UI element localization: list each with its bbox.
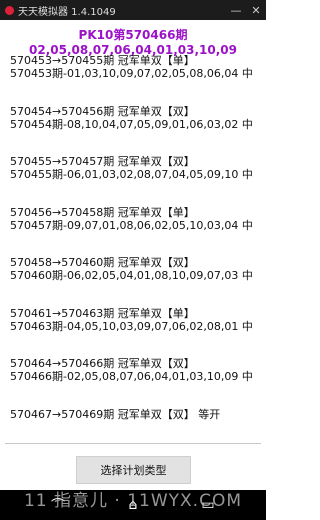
list-item: 570454→570456期 冠军单双【双】 570454期-08,10,04,…: [10, 105, 260, 131]
window-titlebar: 天天模拟器 1.4.1049 — ✕: [0, 0, 266, 20]
minimize-button[interactable]: —: [226, 4, 246, 17]
list-item: 570456→570458期 冠军单双【单】 570457期-09,07,01,…: [10, 206, 260, 232]
entry-plan-line: 570454→570456期 冠军单双【双】: [10, 104, 195, 118]
entry-result-line: 570455期-06,01,03,02,08,07,04,05,09,10 中: [10, 168, 253, 181]
entry-plan-line: 570461→570463期 冠军单双【单】: [10, 306, 195, 320]
entry-plan-line: 570464→570466期 冠军单双【双】: [10, 357, 195, 370]
list-item: 570458→570460期 冠军单双【双】 570460期-06,02,05,…: [10, 256, 260, 282]
window-title: 天天模拟器 1.4.1049: [18, 6, 116, 18]
list-item: 570453→570455期 冠军单双【单】 570453期-01,03,10,…: [10, 54, 260, 80]
entry-result-line: 570463期-04,05,10,03,09,07,06,02,08,01 中: [10, 319, 253, 333]
entry-result-line: 570454期-08,10,04,07,05,09,01,06,03,02 中: [10, 117, 253, 131]
entry-plan-line: 570456→570458期 冠军单双【单】: [10, 205, 195, 219]
close-button[interactable]: ✕: [246, 4, 266, 17]
latest-draw-header: PK10第570466期 02,05,08,07,06,04,01,03,10,…: [28, 28, 238, 57]
watermark: 11 指意儿 · 11WYX.COM: [23, 491, 243, 511]
entry-result-line: 570457期-09,07,01,08,06,02,05,10,03,04 中: [10, 218, 253, 232]
list-divider: [5, 443, 261, 444]
entry-plan-line: 570458→570460期 冠军单双【双】: [10, 256, 195, 269]
entry-plan-line: 570455→570457期 冠军单双【双】: [10, 155, 195, 168]
entry-result-line: 570460期-06,02,05,04,01,08,10,09,07,03 中: [10, 269, 253, 282]
entry-result-line: 570453期-01,03,10,09,07,02,05,08,06,04 中: [10, 67, 253, 80]
app-logo-icon: [5, 5, 14, 15]
plan-list: 570453→570455期 冠军单双【单】 570453期-01,03,10,…: [10, 54, 260, 445]
entry-result-line: 570466期-02,05,08,07,06,04,01,03,10,09 中: [10, 370, 253, 383]
entry-plan-line: 570453→570455期 冠军单双【单】: [10, 54, 195, 67]
list-item: 570464→570466期 冠军单双【双】 570466期-02,05,08,…: [10, 357, 260, 383]
list-item: 570467→570469期 冠军单双【双】 等开: [10, 408, 260, 421]
entry-plan-line: 570467→570469期 冠军单双【双】 等开: [10, 407, 221, 421]
list-item: 570461→570463期 冠军单双【单】 570463期-04,05,10,…: [10, 307, 260, 333]
select-plan-type-button[interactable]: 选择计划类型: [76, 456, 191, 484]
list-item: 570455→570457期 冠军单双【双】 570455期-06,01,03,…: [10, 155, 260, 181]
